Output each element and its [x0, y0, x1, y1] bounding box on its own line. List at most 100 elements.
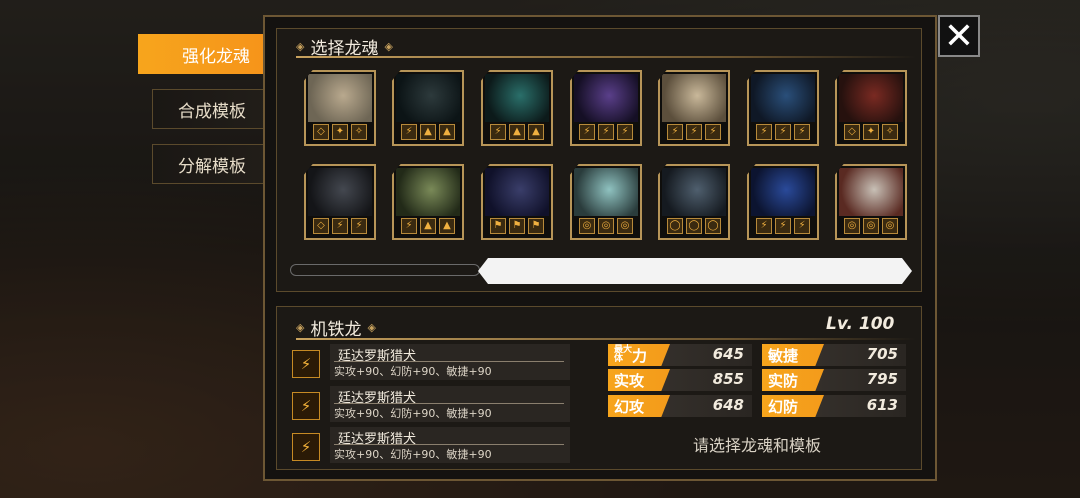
stat-label: 实攻 — [608, 369, 670, 391]
soul-card[interactable]: ◎ ◎ ◎ — [570, 164, 642, 240]
rune-slot-icon: ◇ — [844, 124, 860, 140]
rune-slot-icon: ⚡ — [756, 218, 772, 234]
rune-slot-icon: ⚡ — [756, 124, 772, 140]
dragon-portrait — [751, 74, 815, 122]
skill-row[interactable]: ⚡ 廷达罗斯猎犬 实攻+90、幻防+90、敏捷+90 — [292, 386, 572, 422]
soul-card[interactable]: ⚡ ⚡ ⚡ — [747, 164, 819, 240]
title-ornament-left: ◈ — [296, 40, 305, 53]
rune-slots: ◇ ✦ ✧ — [306, 124, 374, 142]
stat-phys-attack: 实攻 855 — [608, 369, 752, 391]
rune-slot-icon: ⚡ — [794, 124, 810, 140]
detail-ornament-left: ◈ — [296, 321, 305, 334]
soul-card[interactable]: ⚑ ⚑ ⚑ — [481, 164, 553, 240]
rune-slot-icon: ⚡ — [775, 218, 791, 234]
rune-slot-icon: ▲ — [420, 124, 436, 140]
soul-card[interactable]: ⚡ ▲ ▲ — [392, 164, 464, 240]
rune-slot-icon: ⚡ — [794, 218, 810, 234]
select-soul-panel — [276, 28, 922, 292]
rune-slot-icon: ⚑ — [490, 218, 506, 234]
rune-slots: ◇ ⚡ ⚡ — [306, 218, 374, 236]
stat-value: 645 — [712, 345, 744, 363]
rune-slot-icon: ✧ — [351, 124, 367, 140]
stat-label-text: 力 — [632, 346, 648, 365]
soul-card[interactable]: ◇ ✦ ✧ — [835, 70, 907, 146]
dragon-portrait — [574, 74, 638, 122]
soul-card[interactable]: ⚡ ⚡ ⚡ — [570, 70, 642, 146]
rune-slot-icon: ✧ — [882, 124, 898, 140]
rune-slot-icon: ▲ — [509, 124, 525, 140]
scrollbar-thumb[interactable] — [478, 258, 912, 284]
rune-slot-icon: ⚡ — [332, 218, 348, 234]
rune-slot-icon: ⚑ — [509, 218, 525, 234]
dragon-portrait — [839, 168, 903, 216]
skill-box: 廷达罗斯猎犬 实攻+90、幻防+90、敏捷+90 — [330, 344, 570, 380]
rune-slot-icon: ▲ — [439, 218, 455, 234]
skill-box: 廷达罗斯猎犬 实攻+90、幻防+90、敏捷+90 — [330, 427, 570, 463]
stat-magic-attack: 幻攻 648 — [608, 395, 752, 417]
rune-slots: ◯ ◯ ◯ — [660, 218, 728, 236]
stat-value: 705 — [866, 345, 898, 363]
close-button[interactable]: ✕ — [938, 15, 980, 57]
rune-slot-icon: ◯ — [686, 218, 702, 234]
scrollbar-track[interactable] — [290, 264, 480, 276]
soul-card[interactable]: ⚡ ⚡ ⚡ — [658, 70, 730, 146]
rune-slots: ⚡ ⚡ ⚡ — [749, 218, 817, 236]
skill-desc: 实攻+90、幻防+90、敏捷+90 — [334, 407, 492, 420]
skill-row[interactable]: ⚡ 廷达罗斯猎犬 实攻+90、幻防+90、敏捷+90 — [292, 427, 572, 463]
soul-card[interactable]: ◇ ⚡ ⚡ — [304, 164, 376, 240]
soul-card[interactable]: ◇ ✦ ✧ — [304, 70, 376, 146]
rune-slot-icon: ◎ — [617, 218, 633, 234]
tab-synthesize-template[interactable]: 合成模板 — [152, 89, 272, 129]
stat-agility: 敏捷 705 — [762, 344, 906, 366]
skill-box: 廷达罗斯猎犬 实攻+90、幻防+90、敏捷+90 — [330, 386, 570, 422]
stat-value: 648 — [712, 396, 744, 414]
rune-slot-icon: ◎ — [598, 218, 614, 234]
detail-divider — [296, 338, 916, 340]
stat-value: 795 — [866, 370, 898, 388]
skill-row[interactable]: ⚡ 廷达罗斯猎犬 实攻+90、幻防+90、敏捷+90 — [292, 344, 572, 380]
rune-slots: ⚡ ▲ ▲ — [483, 124, 551, 142]
stat-label: 幻防 — [762, 395, 824, 417]
tab-decompose-template[interactable]: 分解模板 — [152, 144, 272, 184]
rune-slots: ⚡ ⚡ ⚡ — [749, 124, 817, 142]
rune-slot-icon: ▲ — [439, 124, 455, 140]
rune-slot-icon: ⚡ — [351, 218, 367, 234]
skill-separator — [334, 403, 564, 404]
title-divider — [296, 56, 916, 58]
soul-card[interactable]: ⚡ ▲ ▲ — [392, 70, 464, 146]
rune-slot-icon: ◇ — [313, 124, 329, 140]
skill-claw-icon: ⚡ — [292, 433, 320, 461]
rune-slot-icon: ⚡ — [490, 124, 506, 140]
dragon-portrait — [574, 168, 638, 216]
stat-label: 最大体 力 — [608, 344, 670, 366]
skill-desc: 实攻+90、幻防+90、敏捷+90 — [334, 448, 492, 461]
stat-magic-defense: 幻防 613 — [762, 395, 906, 417]
stat-label: 敏捷 — [762, 344, 824, 366]
stat-phys-defense: 实防 795 — [762, 369, 906, 391]
title-ornament-right: ◈ — [384, 40, 393, 53]
hint-text: 请选择龙魂和模板 — [692, 436, 821, 455]
rune-slots: ⚡ ⚡ ⚡ — [572, 124, 640, 142]
rune-slot-icon: ⚡ — [705, 124, 721, 140]
detail-title-wrap: ◈ 机铁龙 ◈ — [296, 315, 376, 340]
rune-slot-icon: ⚡ — [686, 124, 702, 140]
rune-slot-icon: ◯ — [705, 218, 721, 234]
dragon-portrait — [396, 74, 460, 122]
soul-card[interactable]: ◎ ◎ ◎ — [835, 164, 907, 240]
stat-label: 实防 — [762, 369, 824, 391]
rune-slot-icon: ⚡ — [401, 218, 417, 234]
rune-slot-icon: ✦ — [332, 124, 348, 140]
rune-slot-icon: ⚡ — [579, 124, 595, 140]
skill-claw-icon: ⚡ — [292, 392, 320, 420]
dragon-portrait — [308, 74, 372, 122]
soul-card[interactable]: ◯ ◯ ◯ — [658, 164, 730, 240]
rune-slot-icon: ⚡ — [598, 124, 614, 140]
soul-card[interactable]: ⚡ ⚡ ⚡ — [747, 70, 819, 146]
soul-card[interactable]: ⚡ ▲ ▲ — [481, 70, 553, 146]
close-icon: ✕ — [943, 15, 975, 57]
rune-slots: ⚡ ⚡ ⚡ — [660, 124, 728, 142]
rune-slots: ◎ ◎ ◎ — [837, 218, 905, 236]
skill-separator — [334, 361, 564, 362]
rune-slots: ⚡ ▲ ▲ — [394, 124, 462, 142]
rune-slot-icon: ▲ — [420, 218, 436, 234]
